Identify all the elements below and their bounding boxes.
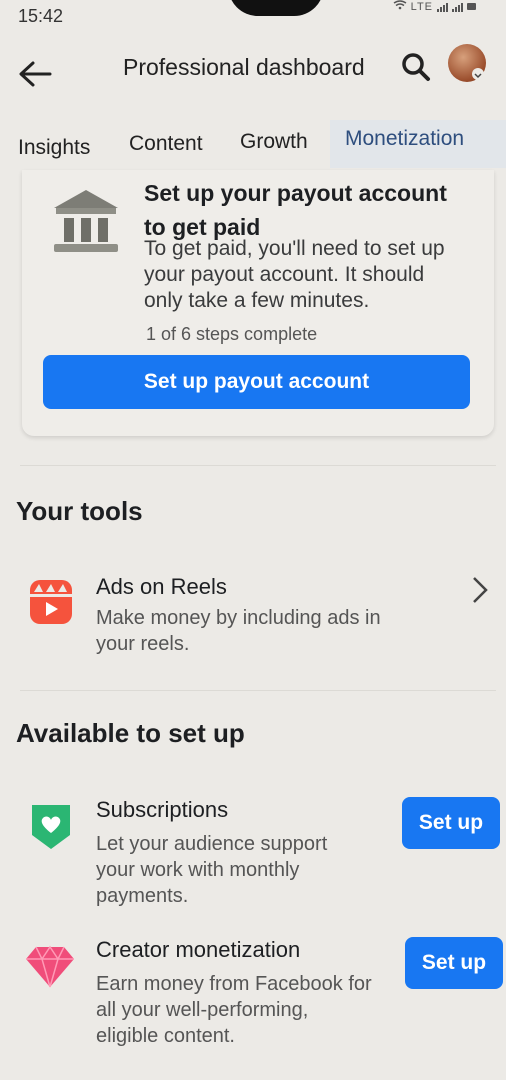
ads-on-reels-description: Make money by including ads in your reel… — [96, 607, 381, 655]
payout-steps: 1 of 6 steps complete — [146, 324, 318, 344]
header: Professional dashboard — [0, 36, 506, 106]
back-button[interactable] — [18, 60, 52, 88]
subscriptions-title: Subscriptions — [96, 797, 229, 822]
subscriptions-row: Subscriptions Let your audience support … — [0, 795, 506, 915]
tab-content[interactable]: Content — [129, 132, 203, 156]
divider — [20, 465, 496, 466]
ads-on-reels-row[interactable]: Ads on Reels Make money by including ads… — [0, 570, 506, 670]
payout-title: Set up your payout account to get paid — [144, 180, 447, 240]
page-title: Professional dashboard — [123, 54, 365, 80]
tab-bar: Insights Content Growth Monetization — [0, 120, 506, 172]
status-icons: LTE — [393, 0, 476, 13]
subscriptions-description: Let your audience support your work with… — [96, 833, 328, 907]
signal-icon — [437, 2, 448, 12]
setup-payout-button[interactable]: Set up payout account — [43, 355, 470, 409]
payout-description: To get paid, you'll need to set up your … — [144, 237, 445, 312]
tab-monetization[interactable]: Monetization — [345, 127, 464, 151]
back-arrow-icon — [19, 61, 52, 87]
network-type: LTE — [410, 0, 433, 13]
wifi-icon — [393, 0, 407, 13]
reels-icon — [30, 580, 72, 624]
payout-card: Set up your payout account to get paid T… — [22, 170, 494, 436]
status-time: 15:42 — [18, 6, 64, 26]
search-button[interactable] — [400, 51, 432, 83]
creator-monetization-description: Earn money from Facebook for all your we… — [96, 973, 372, 1047]
creator-monetization-title: Creator monetization — [96, 937, 301, 962]
signal-icon-2 — [452, 2, 463, 12]
diamond-icon — [24, 945, 76, 989]
bank-icon — [50, 186, 122, 256]
divider — [20, 690, 496, 691]
status-bar: 15:42 LTE — [0, 0, 506, 36]
chevron-down-icon — [472, 68, 484, 80]
chevron-right-icon — [470, 574, 490, 606]
creator-monetization-row: Creator monetization Earn money from Fac… — [0, 935, 506, 1055]
available-heading: Available to set up — [16, 718, 245, 748]
tab-insights[interactable]: Insights — [18, 136, 90, 160]
subscriptions-setup-button[interactable]: Set up — [402, 797, 500, 849]
subscriptions-icon — [30, 803, 72, 851]
battery-icon — [467, 3, 476, 10]
tab-growth[interactable]: Growth — [240, 130, 308, 154]
ads-on-reels-title: Ads on Reels — [96, 574, 227, 599]
camera-notch — [228, 0, 324, 16]
your-tools-heading: Your tools — [16, 496, 143, 526]
creator-monetization-setup-button[interactable]: Set up — [405, 937, 503, 989]
search-icon — [402, 53, 430, 81]
